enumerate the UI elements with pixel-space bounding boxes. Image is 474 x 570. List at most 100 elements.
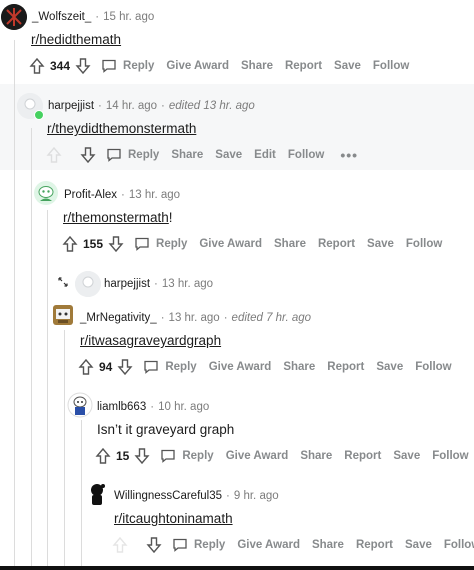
more-options-icon[interactable]: ••• (340, 147, 358, 163)
upvote-icon[interactable] (46, 146, 62, 164)
downvote-icon[interactable] (108, 235, 124, 253)
share-button[interactable]: Share (274, 238, 306, 250)
upvote-icon[interactable] (78, 358, 94, 376)
follow-button[interactable]: Follow (406, 238, 442, 250)
give-award-button[interactable]: Give Award (237, 539, 300, 551)
comment-bubble-icon (102, 59, 116, 73)
share-button[interactable]: Share (300, 450, 332, 462)
comment-bubble-icon (144, 360, 159, 374)
avatar[interactable] (33, 180, 59, 206)
comment-meta: _Wolfszeit_ · 15 hr. ago (32, 11, 155, 23)
username[interactable]: harpejjist (48, 100, 94, 112)
comment-actions: Reply Share Save Edit Follow ••• (46, 144, 358, 166)
follow-button[interactable]: Follow (444, 539, 474, 551)
upvote-icon[interactable] (95, 447, 111, 465)
comment-meta: WillingnessCareful35 · 9 hr. ago (114, 490, 279, 502)
downvote-icon[interactable] (117, 358, 133, 376)
edit-button[interactable]: Edit (254, 149, 276, 161)
vote-score: 344 (50, 59, 71, 73)
subreddit-link[interactable]: r/theydidthemonstermath (47, 121, 196, 136)
report-button[interactable]: Report (356, 539, 393, 551)
reply-button[interactable]: Reply (160, 449, 214, 463)
upvote-icon[interactable] (29, 57, 45, 75)
reply-button[interactable]: Reply (106, 148, 159, 162)
reply-button[interactable]: Reply (101, 59, 154, 73)
thread-line[interactable] (64, 330, 65, 570)
downvote-icon[interactable] (146, 536, 162, 554)
save-button[interactable]: Save (405, 539, 432, 551)
timestamp[interactable]: 10 hr. ago (158, 401, 209, 413)
follow-button[interactable]: Follow (415, 361, 451, 373)
avatar[interactable] (84, 481, 110, 507)
vote-score: 155 (83, 237, 104, 251)
username[interactable]: Profit-Alex (64, 189, 117, 201)
share-button[interactable]: Share (241, 60, 273, 72)
give-award-button[interactable]: Give Award (209, 361, 272, 373)
comment-bubble-icon (173, 538, 187, 552)
comment-body: r/theydidthemonstermath (47, 121, 196, 136)
save-button[interactable]: Save (376, 361, 403, 373)
subreddit-link[interactable]: r/themonstermath (63, 210, 169, 225)
give-award-button[interactable]: Give Award (226, 450, 289, 462)
expand-icon[interactable] (57, 276, 69, 291)
username[interactable]: WillingnessCareful35 (114, 490, 222, 502)
timestamp[interactable]: 13 hr. ago (129, 189, 180, 201)
upvote-icon[interactable] (112, 536, 128, 554)
comment-actions: 94 Reply Give Award Share Report Save Fo… (78, 356, 464, 378)
share-button[interactable]: Share (171, 149, 203, 161)
comment-actions: 15 Reply Give Award Share Report Save Fo… (95, 445, 474, 467)
give-award-button[interactable]: Give Award (199, 238, 262, 250)
avatar[interactable] (1, 4, 27, 30)
reply-button[interactable]: Reply (143, 360, 197, 374)
username[interactable]: harpejjist (104, 278, 150, 290)
comment-body: r/itcaughtoninamath (114, 511, 233, 526)
upvote-icon[interactable] (62, 235, 78, 253)
give-award-button[interactable]: Give Award (166, 60, 229, 72)
thread-line[interactable] (31, 128, 32, 570)
username[interactable]: _Wolfszeit_ (32, 11, 91, 23)
follow-button[interactable]: Follow (373, 60, 409, 72)
comment-body: Isn’t it graveyard graph (97, 422, 234, 437)
follow-button[interactable]: Follow (432, 450, 468, 462)
subreddit-link[interactable]: r/itcaughtoninamath (114, 511, 233, 526)
reply-button[interactable]: Reply (172, 538, 225, 552)
save-button[interactable]: Save (215, 149, 242, 161)
share-button[interactable]: Share (312, 539, 344, 551)
thread-line[interactable] (14, 40, 15, 570)
share-button[interactable]: Share (283, 361, 315, 373)
vote-score: 15 (116, 449, 130, 463)
timestamp[interactable]: 14 hr. ago (106, 100, 157, 112)
username[interactable]: liamlb663 (97, 401, 146, 413)
save-button[interactable]: Save (334, 60, 361, 72)
username[interactable]: _MrNegativity_ (80, 312, 157, 324)
comment-body: r/themonstermath! (63, 210, 173, 225)
report-button[interactable]: Report (327, 361, 364, 373)
thread-line[interactable] (81, 420, 82, 570)
edited-label: edited 7 hr. ago (231, 312, 312, 324)
downvote-icon[interactable] (75, 57, 91, 75)
avatar[interactable] (50, 302, 76, 328)
vote-score: 94 (99, 360, 113, 374)
report-button[interactable]: Report (318, 238, 355, 250)
avatar[interactable] (67, 392, 93, 418)
comment-bubble-icon (161, 449, 176, 463)
timestamp[interactable]: 15 hr. ago (103, 11, 154, 23)
save-button[interactable]: Save (393, 450, 420, 462)
comment-bubble-icon (107, 148, 121, 162)
timestamp[interactable]: 13 hr. ago (162, 278, 213, 290)
subreddit-link[interactable]: r/hedidthemath (31, 32, 121, 47)
report-button[interactable]: Report (344, 450, 381, 462)
save-button[interactable]: Save (367, 238, 394, 250)
comment-meta: harpejjist · 13 hr. ago (104, 278, 214, 290)
avatar[interactable] (75, 271, 101, 297)
subreddit-link[interactable]: r/itwasagraveyardgraph (80, 333, 221, 348)
downvote-icon[interactable] (134, 447, 150, 465)
timestamp[interactable]: 13 hr. ago (169, 312, 220, 324)
follow-button[interactable]: Follow (288, 149, 324, 161)
timestamp[interactable]: 9 hr. ago (234, 490, 279, 502)
reply-button[interactable]: Reply (134, 237, 187, 251)
report-button[interactable]: Report (285, 60, 322, 72)
online-indicator (34, 110, 44, 120)
downvote-icon[interactable] (80, 146, 96, 164)
thread-line[interactable] (47, 210, 48, 570)
